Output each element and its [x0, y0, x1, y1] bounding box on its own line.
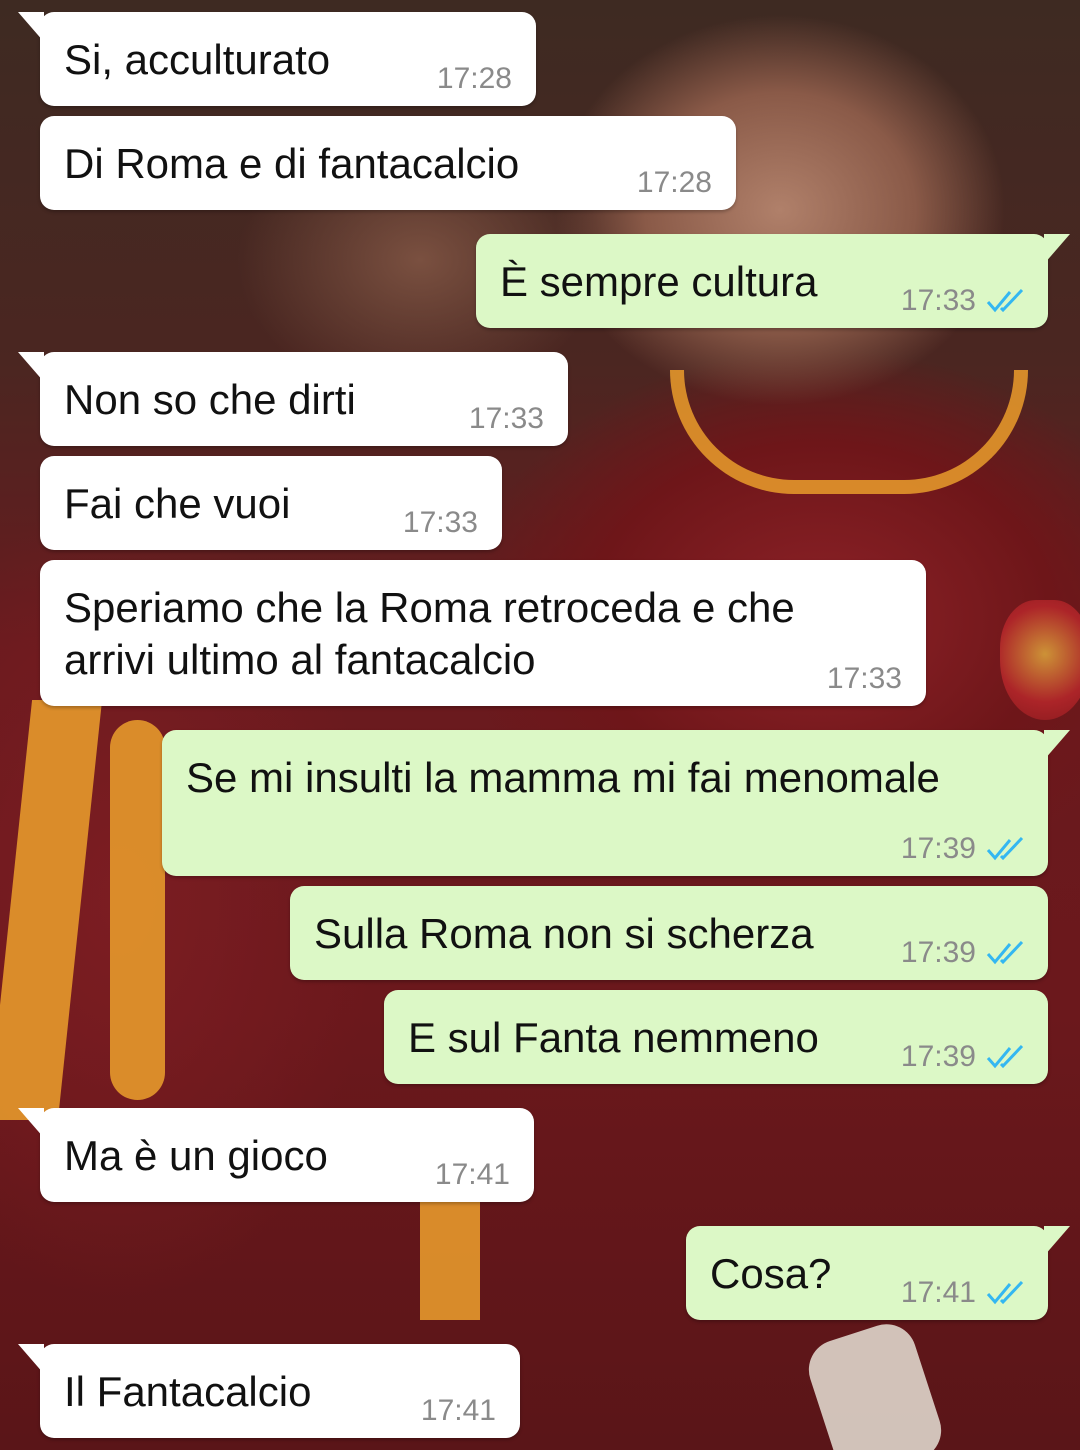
message-bubble[interactable]: Non so che dirti 17:33: [18, 352, 568, 446]
message-bubble[interactable]: Se mi insulti la mamma mi fai menomale 1…: [162, 730, 1070, 876]
message-meta: 17:41: [421, 1394, 496, 1428]
message-meta: 17:33: [469, 402, 544, 436]
message-bubble[interactable]: Fai che vuoi 17:33: [40, 456, 502, 550]
message-bubble[interactable]: Di Roma e di fantacalcio 17:28: [40, 116, 736, 210]
message-time: 17:33: [402, 506, 478, 539]
message-meta: 17:41: [435, 1158, 510, 1192]
message-text: Speriamo che la Roma retroceda e che arr…: [64, 582, 864, 686]
read-receipt-icon: [986, 288, 1024, 313]
message-time: 17:39: [900, 1040, 976, 1073]
message-meta: 17:28: [637, 166, 712, 200]
message-time: 17:33: [900, 284, 976, 317]
message-bubble[interactable]: È sempre cultura 17:33: [476, 234, 1070, 328]
message-bubble[interactable]: Cosa? 17:41: [686, 1226, 1070, 1320]
message-meta: 17:28: [437, 62, 512, 96]
message-bubble[interactable]: E sul Fanta nemmeno 17:39: [384, 990, 1048, 1084]
message-time: 17:41: [900, 1276, 976, 1309]
message-meta: 17:39: [901, 832, 1028, 866]
message-meta: 17:39: [901, 936, 1028, 970]
message-time: 17:33: [826, 662, 902, 695]
message-text: Se mi insulti la mamma mi fai menomale: [186, 754, 940, 801]
message-bubble[interactable]: Si, acculturato 17:28: [18, 12, 536, 106]
message-meta: 17:33: [901, 284, 1028, 318]
message-bubble[interactable]: Speriamo che la Roma retroceda e che arr…: [40, 560, 926, 706]
message-bubble[interactable]: Ma è un gioco 17:41: [18, 1108, 534, 1202]
read-receipt-icon: [986, 1044, 1024, 1069]
message-time: 17:28: [436, 62, 512, 95]
read-receipt-icon: [986, 1280, 1024, 1305]
message-bubble[interactable]: Sulla Roma non si scherza 17:39: [290, 886, 1048, 980]
message-meta: 17:33: [403, 506, 478, 540]
message-text-line: Speriamo che la Roma retroceda e che arr…: [64, 584, 795, 683]
message-time: 17:28: [636, 166, 712, 199]
message-time: 17:41: [434, 1158, 510, 1191]
message-meta: 17:41: [901, 1276, 1028, 1310]
read-receipt-icon: [986, 940, 1024, 965]
message-bubble[interactable]: Il Fantacalcio 17:41: [18, 1344, 520, 1438]
read-receipt-icon: [986, 836, 1024, 861]
message-time: 17:41: [420, 1394, 496, 1427]
message-text: Di Roma e di fantacalcio: [64, 140, 520, 187]
message-time: 17:39: [900, 936, 976, 969]
message-time: 17:39: [900, 832, 976, 865]
message-time: 17:33: [468, 402, 544, 435]
message-meta: 17:39: [901, 1040, 1028, 1074]
message-meta: 17:33: [827, 662, 902, 696]
message-list[interactable]: Si, acculturato 17:28 Di Roma e di fanta…: [0, 0, 1080, 1450]
